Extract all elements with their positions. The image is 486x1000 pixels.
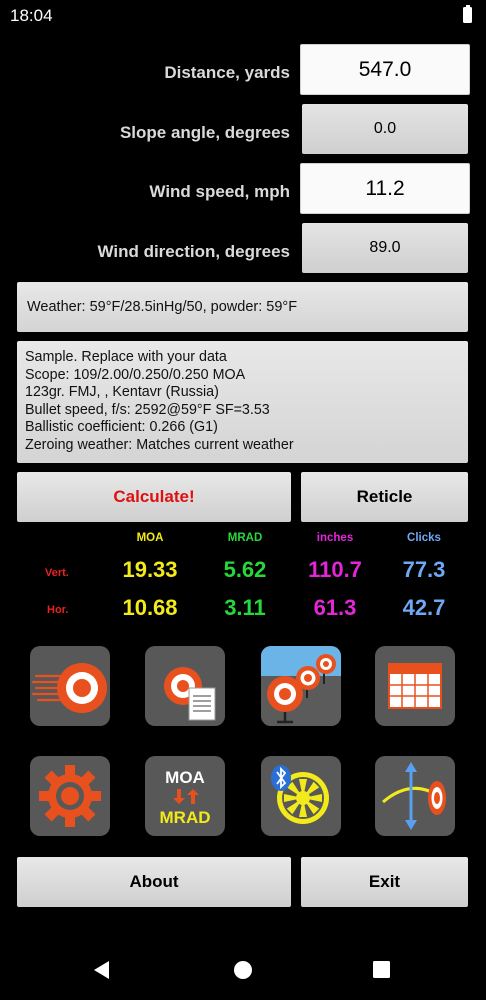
- wind-angle-tile[interactable]: [375, 756, 455, 836]
- speed-target-tile[interactable]: [30, 646, 110, 726]
- hor-moa-value: 10.68: [122, 595, 178, 620]
- target-report-tile[interactable]: [145, 646, 225, 726]
- wind-speed-label: Wind speed, mph: [149, 182, 290, 201]
- wind-angle-target-icon: [382, 762, 446, 830]
- exit-button[interactable]: Exit: [301, 857, 468, 907]
- moa-icon-text: MOA: [165, 768, 205, 787]
- header-mrad: MRAD: [227, 532, 263, 544]
- settings-tile[interactable]: [30, 756, 110, 836]
- row-label-vert: Vert.: [45, 567, 69, 579]
- header-moa: MOA: [136, 532, 164, 544]
- steel-targets-tile[interactable]: [261, 646, 341, 726]
- status-time: 18:04: [10, 6, 53, 25]
- status-bar: 18:04: [0, 0, 486, 32]
- weather-text: Weather: 59°F/28.5inHg/50, powder: 59°F: [27, 299, 298, 315]
- bluetooth-anemometer-icon: [271, 765, 329, 824]
- hor-mrad-value: 3.11: [224, 595, 266, 620]
- steel-targets-icon: [261, 646, 341, 726]
- mrad-icon-text: MRAD: [160, 808, 211, 827]
- hor-inches-value: 61.3: [313, 595, 357, 620]
- header-clicks: Clicks: [407, 532, 441, 544]
- distance-field[interactable]: 547.0: [300, 44, 470, 95]
- rifle-profile-panel[interactable]: Sample. Replace with your data Scope: 10…: [17, 341, 468, 463]
- vert-clicks-value: 77.3: [402, 557, 446, 582]
- battery-icon: [463, 5, 472, 23]
- units-convert-icon: MOA MRAD: [160, 768, 211, 827]
- hor-clicks-value: 42.7: [402, 595, 446, 620]
- table-icon: [388, 663, 442, 709]
- range-table-tile[interactable]: [375, 646, 455, 726]
- vert-mrad-value: 5.62: [223, 557, 267, 582]
- wind-speed-field[interactable]: 11.2: [300, 163, 470, 214]
- target-document-icon: [164, 667, 216, 721]
- profile-line: Scope: 109/2.00/0.250/0.250 MOA: [25, 366, 246, 383]
- slope-button[interactable]: 0.0: [302, 104, 468, 154]
- profile-line: 123gr. FMJ, , Kentavr (Russia): [25, 384, 219, 401]
- home-icon[interactable]: [234, 961, 252, 979]
- slope-label: Slope angle, degrees: [119, 123, 290, 142]
- gear-icon: [39, 765, 101, 827]
- back-icon[interactable]: [94, 961, 109, 979]
- units-tile[interactable]: MOA MRAD: [145, 756, 225, 836]
- profile-line: Zeroing weather: Matches current weather: [25, 436, 294, 453]
- weather-button[interactable]: Weather: 59°F/28.5inHg/50, powder: 59°F: [17, 282, 468, 332]
- wind-direction-label: Wind direction, degrees: [97, 242, 290, 261]
- distance-label: Distance, yards: [164, 63, 290, 82]
- system-nav-bar: [0, 940, 486, 1000]
- profile-line: Ballistic coefficient: 0.266 (G1): [25, 419, 218, 436]
- about-button[interactable]: About: [17, 857, 291, 907]
- vert-inches-value: 110.7: [308, 557, 362, 582]
- speeding-bullet-target-icon: [31, 663, 107, 713]
- profile-line: Bullet speed, f/s: 2592@59°F SF=3.53: [25, 401, 270, 418]
- wind-direction-button[interactable]: 89.0: [302, 223, 468, 273]
- header-inches: inches: [316, 532, 354, 544]
- row-label-hor: Hor.: [47, 604, 69, 616]
- reticle-button[interactable]: Reticle: [301, 472, 468, 522]
- recents-icon[interactable]: [373, 961, 390, 978]
- profile-line: Sample. Replace with your data: [25, 349, 227, 365]
- bluetooth-weather-tile[interactable]: [261, 756, 341, 836]
- vert-moa-value: 19.33: [122, 557, 178, 582]
- rifle-profile-text: Sample. Replace with your data Scope: 10…: [25, 349, 294, 455]
- calculate-button[interactable]: Calculate!: [17, 472, 291, 522]
